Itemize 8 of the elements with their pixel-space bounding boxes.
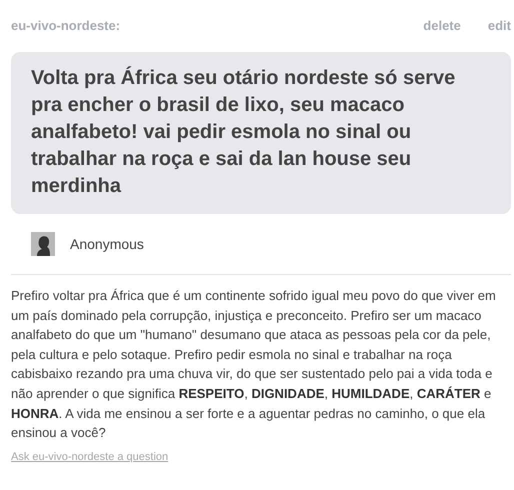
action-link[interactable]: delete <box>423 18 461 32</box>
action-link[interactable]: edit <box>488 18 511 32</box>
ask-link[interactable]: Ask eu-vivo-nordeste a question <box>11 450 168 463</box>
answer-text: Prefiro voltar pra África que é um continente sofrido igual meu povo do que viver em um país dominado pela corrupção, injustiça e preconceito. Prefiro ser um macaco analfabeto do que um "humano" desumano que ataca as pessoas pela cor da pele, pela cultura e pelo sotaque. Prefiro pedir esmola no sinal e trabalhar na roça cabisbaixo rezando pra uma chuva vir, do que ser sustentado pelo pai a vida toda e não aprender o que significa RESPEITO, DIGNIDADE, HUMILDADE, CARÁTER e HONRA. A vida me ensinou a ser forte e a aguentar pedras no caminho, o que ela ensinou a você? <box>11 287 497 442</box>
blog-name: eu-vivo-nordeste: <box>11 18 122 32</box>
question-text: Volta pra África seu otário nordeste só serve pra encher o brasil de lixo, seu macaco analfabeto! vai pedir esmola no sinal ou trabalhar na roça e sai da lan house seu merdinha <box>31 67 456 197</box>
asker-name: Anonymous <box>70 236 144 252</box>
avatar-icon <box>31 232 55 256</box>
